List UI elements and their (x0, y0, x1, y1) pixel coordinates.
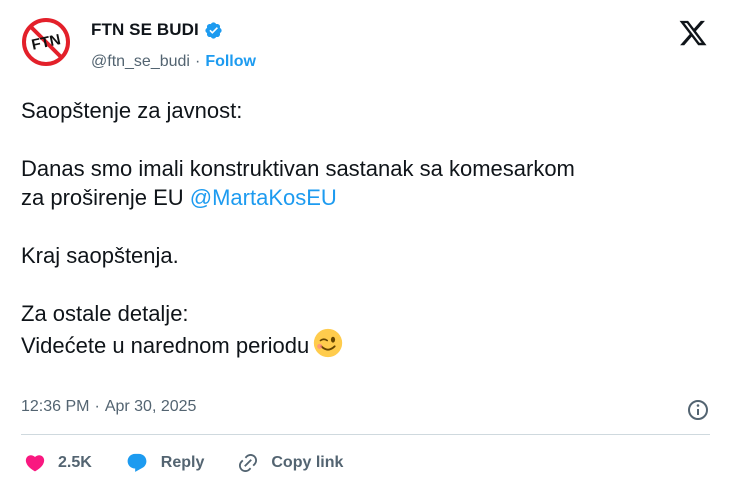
reply-label: Reply (160, 454, 205, 471)
divider (21, 434, 710, 435)
tweet-line: Kraj saopštenja. (21, 243, 179, 268)
copy-link-label: Copy link (271, 454, 344, 471)
tweet-actions: 2.5K Reply Copy link (24, 449, 376, 477)
wink-emoji-icon (314, 328, 343, 358)
separator-dot: · (94, 398, 100, 415)
tweet-date: Apr 30, 2025 (104, 398, 197, 415)
copy-link-button[interactable]: Copy link (237, 452, 343, 474)
tweet-card: FTN FTN SE BUDI @ftn_se_budi · Follow Sa… (0, 0, 730, 489)
avatar-logo-text: FTN (30, 31, 62, 54)
tweet-line-last: Videćete u narednom periodu (21, 328, 711, 360)
tweet-line: Danas smo imali konstruktivan sastanak s… (21, 156, 575, 181)
x-logo-icon[interactable] (678, 18, 708, 48)
author-handle-row: @ftn_se_budi · Follow (91, 53, 256, 71)
ftn-logo-avatar: FTN (22, 18, 70, 66)
reply-bubble-icon (127, 453, 147, 472)
like-button[interactable]: 2.5K (24, 452, 92, 474)
link-icon (239, 453, 258, 473)
reply-button[interactable]: Reply (125, 452, 205, 474)
follow-button[interactable]: Follow (205, 53, 256, 71)
tweet-line: Za ostale detalje: (21, 301, 189, 326)
separator-dot: · (194, 53, 201, 70)
tweet-time: 12:36 PM (21, 398, 90, 415)
info-icon[interactable] (686, 398, 710, 422)
tweet-line-text: Videćete u narednom periodu (21, 333, 310, 358)
tweet-line: Saopštenje za javnost: (21, 98, 243, 123)
author-handle[interactable]: @ftn_se_budi (91, 53, 190, 71)
mention-link[interactable]: @MartaKosEU (190, 185, 337, 210)
author-name-row: FTN SE BUDI (91, 20, 223, 40)
tweet-timestamp[interactable]: 12:36 PM · Apr 30, 2025 (21, 398, 196, 416)
avatar[interactable]: FTN (20, 16, 72, 68)
author-name[interactable]: FTN SE BUDI (91, 20, 199, 40)
heart-icon (25, 455, 45, 472)
tweet-line: za proširenje EU @MartaKosEU (21, 183, 711, 212)
verified-badge-icon (205, 21, 222, 39)
tweet-header: FTN FTN SE BUDI @ftn_se_budi · Follow (20, 14, 710, 74)
like-count: 2.5K (58, 454, 92, 471)
tweet-text: Saopštenje za javnost: Danas smo imali k… (21, 96, 711, 360)
tweet-line-prefix: za proširenje EU (21, 185, 190, 210)
